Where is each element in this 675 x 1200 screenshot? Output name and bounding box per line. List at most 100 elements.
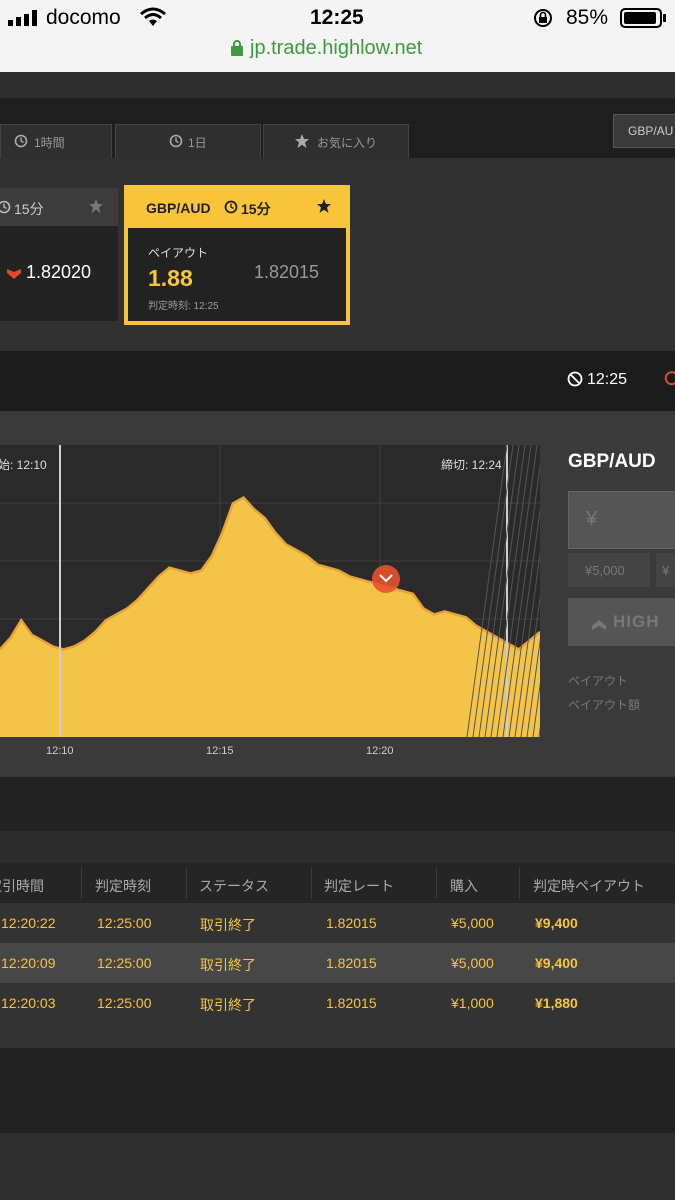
carrier-name: docomo: [46, 6, 121, 29]
payout-amount-label: ペイアウト額: [568, 698, 641, 712]
battery-percent: 85%: [566, 6, 609, 29]
asset-card[interactable]: 15分 1.82020: [0, 188, 118, 321]
battery-icon: [620, 8, 668, 28]
table-header-row: 取引時間 判定時刻 ステータス 判定レート 購入 判定時ペイアウト: [0, 863, 675, 903]
card-header: 15分: [0, 188, 118, 226]
status: 取引終了: [200, 957, 256, 973]
trade-pair: GBP/AUD: [568, 451, 656, 472]
column-divider: [436, 867, 437, 899]
payout-amount: ¥1,880: [535, 995, 578, 1011]
asset-card-selected[interactable]: GBP/AUD 15分 ペイアウト 1.88 1.82015 判定時刻: 12:…: [124, 185, 350, 325]
preset-label: ¥5,000: [585, 563, 625, 578]
pair-select-button[interactable]: GBP/AU: [613, 114, 675, 148]
table-row[interactable]: 12:20:09 12:25:00 取引終了 1.82015 ¥5,000 ¥9…: [0, 943, 675, 983]
up-arrow-icon: [592, 617, 606, 630]
amount-placeholder: ¥: [586, 508, 598, 530]
favorite-star-icon[interactable]: [316, 198, 332, 214]
no-entry-icon: [567, 371, 583, 387]
preset-label: ¥: [662, 563, 670, 578]
star-icon: [294, 133, 310, 149]
judgement-time: 12:25:00: [97, 995, 152, 1011]
trade-position-marker: [372, 565, 400, 593]
x-tick-label: 12:10: [46, 745, 74, 757]
high-label: HIGH: [613, 612, 660, 631]
purchase-amount: ¥5,000: [451, 915, 494, 931]
price-chart: [0, 445, 540, 737]
timer-bar: 12:25: [0, 351, 675, 411]
chart-start-label: 開始: 12:10: [0, 458, 47, 472]
judgement-rate: 1.82015: [326, 915, 377, 931]
x-tick-label: 12:15: [206, 745, 234, 757]
column-header: 判定レート: [324, 878, 394, 894]
clock-icon: [0, 200, 11, 214]
card-duration: 15分: [241, 201, 271, 217]
down-arrow-icon: [7, 266, 21, 279]
card-pair: GBP/AUD: [146, 200, 211, 216]
column-header: 判定時刻: [95, 878, 151, 894]
payout-label: ペイアウト: [568, 674, 629, 688]
refresh-icon[interactable]: [664, 371, 675, 387]
payout-amount: ¥9,400: [535, 915, 578, 931]
purchase-amount: ¥5,000: [451, 955, 494, 971]
preset-5000-button[interactable]: ¥5,000: [568, 553, 650, 587]
x-tick-label: 12:20: [366, 745, 394, 757]
tab-favorites[interactable]: お気に入り: [263, 124, 409, 159]
payout-amount: ¥9,400: [535, 955, 578, 971]
judgement-rate: 1.82015: [326, 955, 377, 971]
payout-label: ペイアウト: [148, 246, 209, 260]
trade-time: 12:20:22: [1, 915, 56, 931]
column-header: ステータス: [199, 878, 269, 894]
footer-band: [0, 1133, 675, 1200]
clock-icon: [14, 134, 28, 148]
column-header: 購入: [450, 878, 478, 894]
rotation-lock-icon: [533, 8, 553, 28]
header-bar: [0, 72, 675, 98]
clock-icon: [224, 200, 238, 214]
table-footer: [0, 1023, 675, 1048]
column-divider: [519, 867, 520, 899]
status: 取引終了: [200, 917, 256, 933]
trade-time: 12:20:09: [1, 955, 56, 971]
url-bar[interactable]: jp.trade.highlow.net: [250, 37, 422, 60]
tab-label: 1日: [188, 136, 207, 150]
trade-history-table: 取引時間 判定時刻 ステータス 判定レート 購入 判定時ペイアウト 12:20:…: [0, 863, 675, 1048]
table-row[interactable]: 12:20:22 12:25:00 取引終了 1.82015 ¥5,000 ¥9…: [0, 903, 675, 943]
tab-1-day[interactable]: 1日: [115, 124, 261, 159]
card-rate: 1.82020: [26, 262, 92, 282]
column-header: 取引時間: [0, 878, 44, 894]
status: 取引終了: [200, 997, 256, 1013]
column-divider: [311, 867, 312, 899]
payout-value: 1.88: [148, 265, 193, 291]
tab-label: 1時間: [34, 136, 65, 150]
judgement-time: 12:25:00: [97, 955, 152, 971]
chart-end-label: 締切: 12:24: [441, 458, 502, 472]
pair-select-label: GBP/AU: [628, 124, 674, 138]
signal-icon: [8, 10, 42, 26]
tab-label: お気に入り: [317, 136, 378, 150]
timer-time: 12:25: [587, 371, 628, 388]
purchase-amount: ¥1,000: [451, 995, 494, 1011]
trade-time: 12:20:03: [1, 995, 56, 1011]
judgement-time: 12:25:00: [97, 915, 152, 931]
high-button[interactable]: HIGH: [568, 598, 675, 646]
preset-button[interactable]: ¥: [656, 553, 675, 587]
column-header: 判定時ペイアウト: [533, 878, 645, 894]
lock-icon: [231, 40, 243, 56]
amount-input[interactable]: ¥: [568, 491, 675, 549]
footer-band: [0, 1048, 675, 1133]
clock-icon: [169, 134, 183, 148]
wifi-icon: [140, 7, 166, 27]
status-bar: docomo 12:25 85% jp.trade.highlow.net: [0, 0, 675, 72]
column-divider: [81, 867, 82, 899]
table-row[interactable]: 12:20:03 12:25:00 取引終了 1.82015 ¥1,000 ¥1…: [0, 983, 675, 1023]
judgement-rate: 1.82015: [326, 995, 377, 1011]
clock-time: 12:25: [310, 6, 364, 29]
card-body: ペイアウト 1.88 1.82015 判定時刻: 12:25: [128, 228, 346, 321]
column-divider: [186, 867, 187, 899]
card-duration: 15分: [14, 201, 44, 217]
favorite-star-icon[interactable]: [88, 198, 104, 214]
card-rate: 1.82015: [254, 262, 320, 282]
tab-1-hour[interactable]: 1時間: [0, 124, 112, 159]
section-divider: [0, 777, 675, 831]
judgement-time: 判定時刻: 12:25: [148, 301, 219, 312]
